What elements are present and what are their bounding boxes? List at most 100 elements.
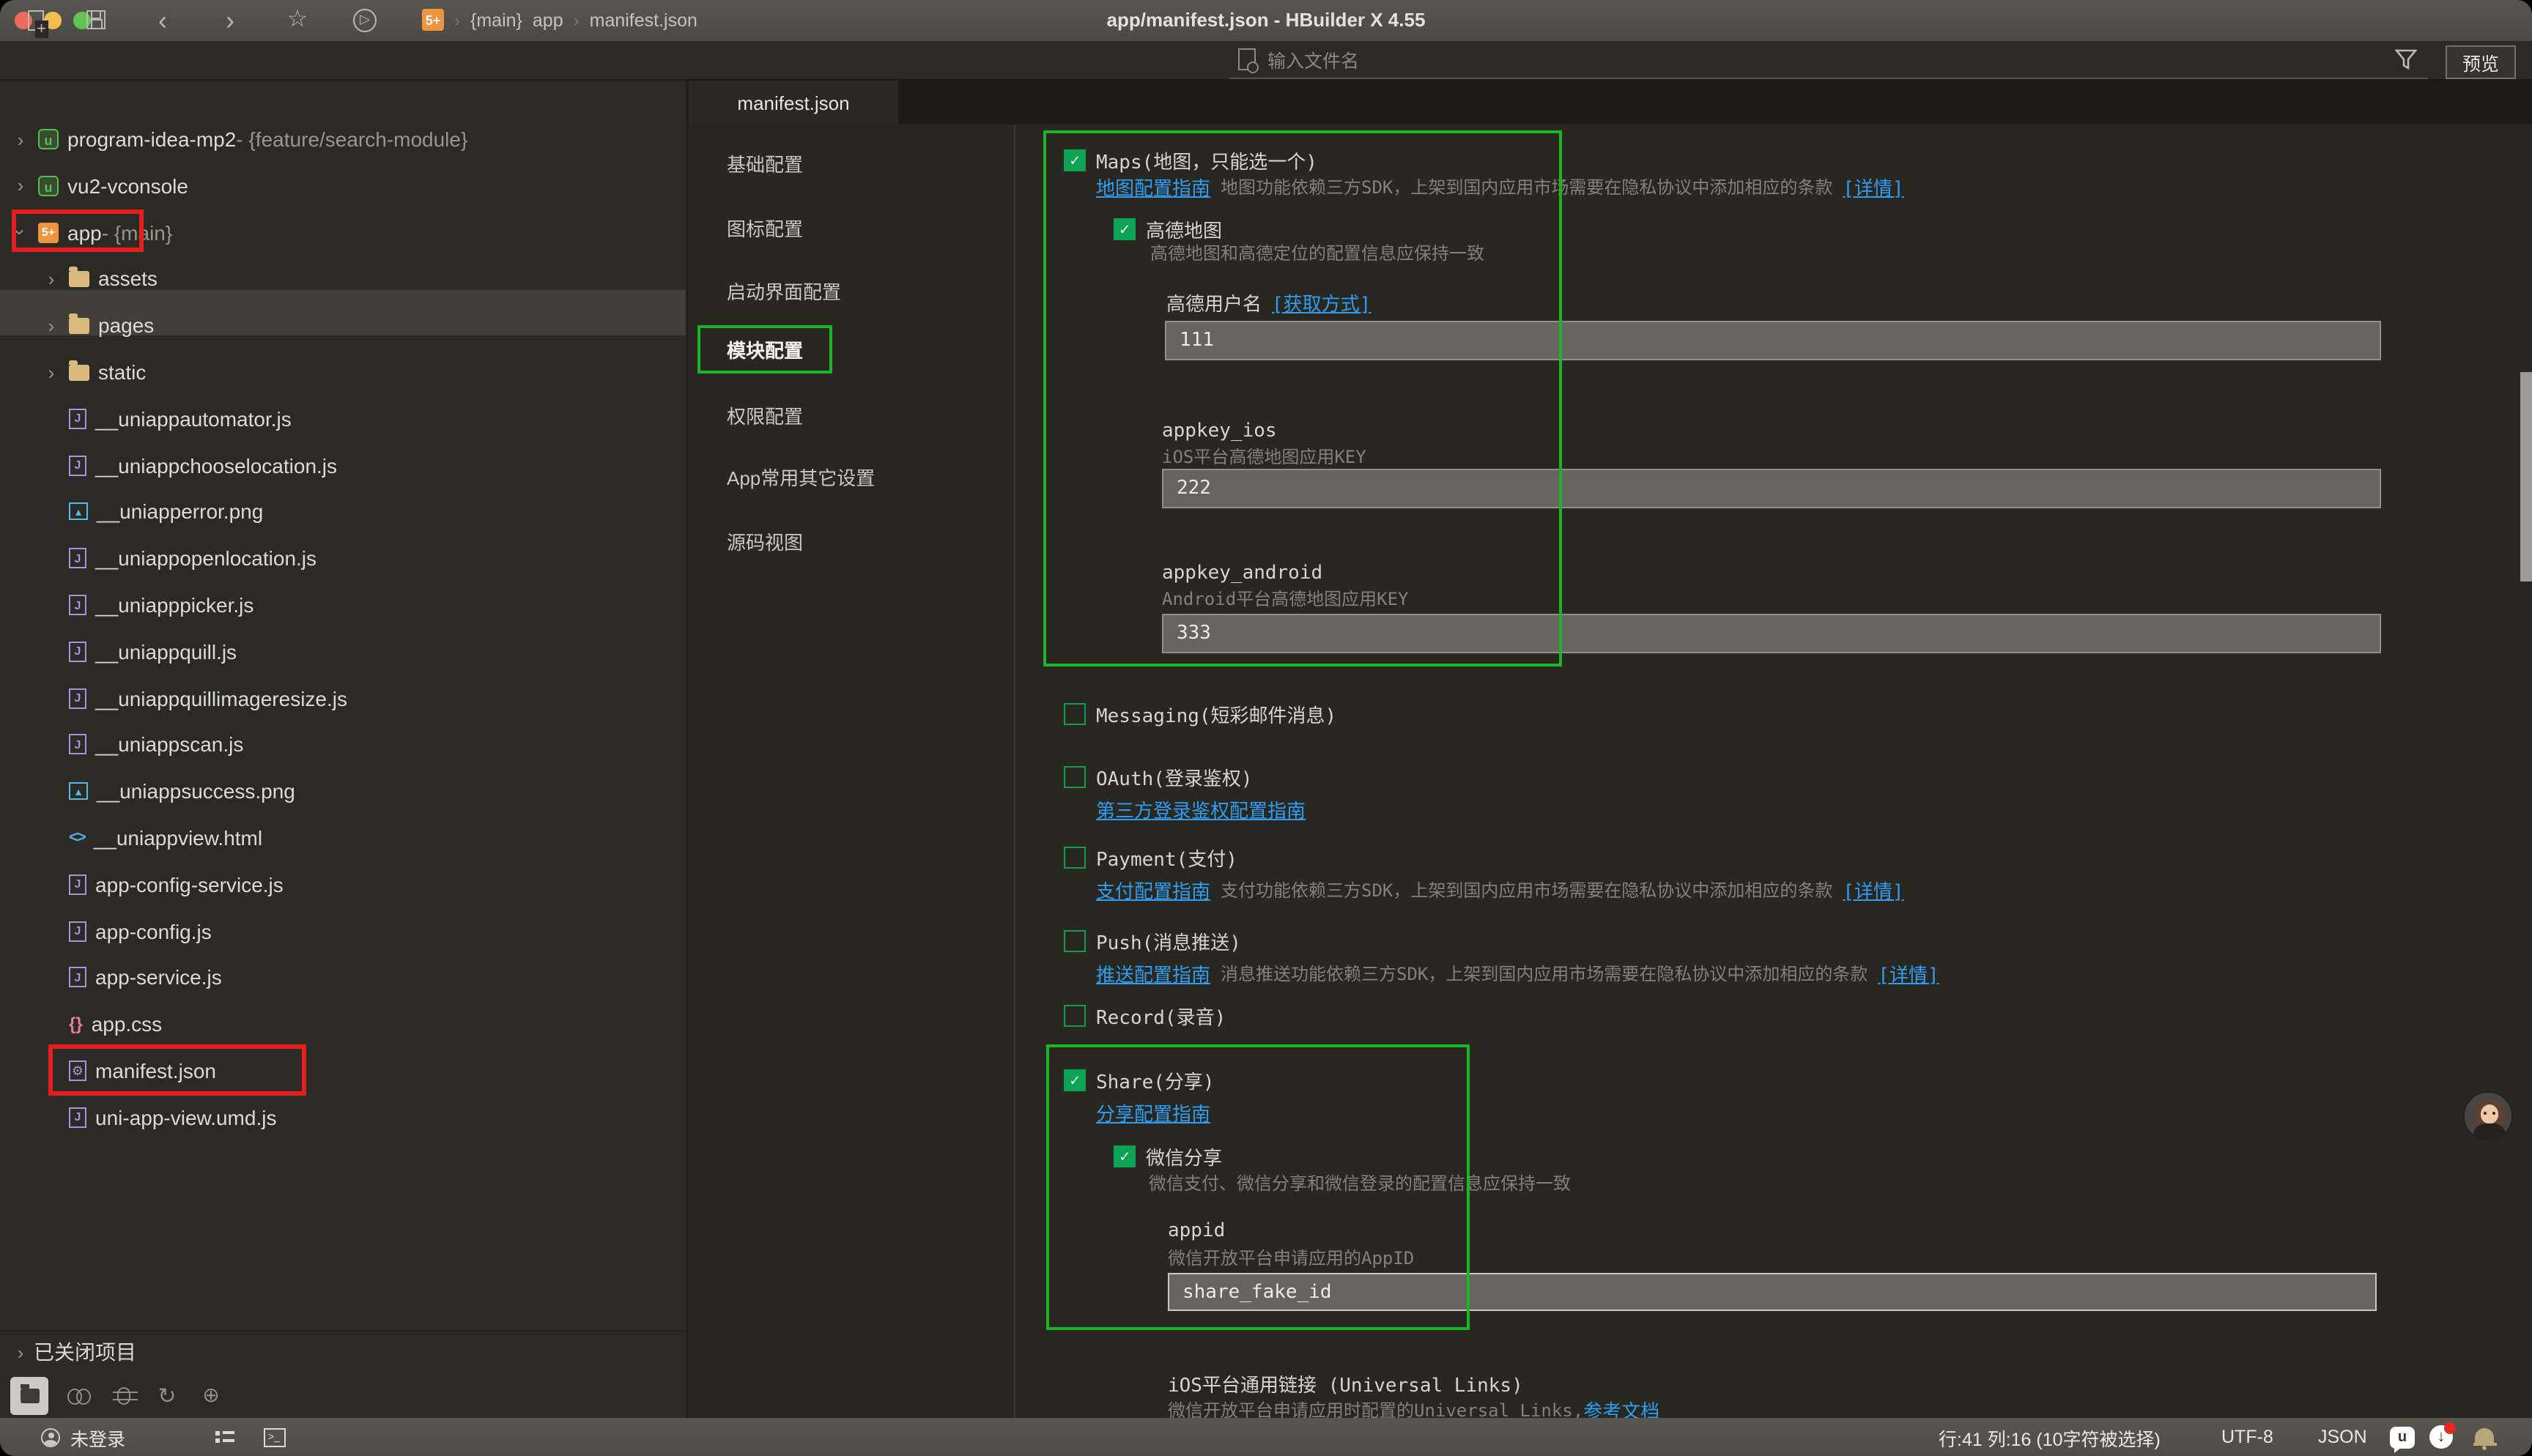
js-file-icon: J <box>69 921 86 941</box>
tree-item-label: pages <box>98 313 154 337</box>
oauth-row: OAuth(登录鉴权) <box>1064 763 1253 791</box>
tree-item-static[interactable]: ›static <box>0 356 686 388</box>
push-guide-link[interactable]: 推送配置指南 <box>1096 959 1210 987</box>
tree-item-app-css[interactable]: {}app.css <box>0 1008 686 1040</box>
editor-scrollbar[interactable] <box>2520 372 2532 582</box>
folder-icon <box>69 271 89 287</box>
chevron-right-icon[interactable]: › <box>44 268 59 290</box>
chevron-right-icon[interactable]: › <box>13 175 28 197</box>
tree-item-label: __uniappquill.js <box>95 640 237 664</box>
tree-item--uniappview-html[interactable]: <>__uniappview.html <box>0 822 686 854</box>
file-search-input[interactable]: 输入文件名 <box>1229 41 2428 79</box>
tree-item-assets[interactable]: › assets <box>0 263 686 295</box>
tree-item-label: __uniapppicker.js <box>95 593 253 617</box>
tab-search[interactable] <box>60 1376 98 1414</box>
oauth-guide-link[interactable]: 第三方登录鉴权配置指南 <box>1096 795 1306 823</box>
filter-funnel-icon[interactable] <box>2394 48 2418 78</box>
tree-item--uniappquill-js[interactable]: J__uniappquill.js <box>0 636 686 668</box>
payment-checkbox[interactable] <box>1064 847 1086 869</box>
tree-item-label: program-idea-mp2 <box>67 127 236 151</box>
css-file-icon: {} <box>69 1014 83 1034</box>
notifications-button[interactable] <box>2475 1418 2494 1456</box>
messaging-label: Messaging(短彩邮件消息) <box>1096 700 1336 728</box>
messaging-checkbox[interactable] <box>1064 703 1086 725</box>
feedback-button[interactable]: u <box>2390 1418 2415 1456</box>
tree-item--uniappchooselocation-js[interactable]: J __uniappchooselocation.js <box>0 449 686 481</box>
tree-item--uniappautomator-js[interactable]: J__uniappautomator.js <box>0 403 686 435</box>
maps-detail-link[interactable]: [详情] <box>1843 173 1903 201</box>
breadcrumb-project[interactable]: app <box>533 10 563 30</box>
tree-item-pages[interactable]: › pages <box>0 309 686 341</box>
title-bar: app/manifest.json - HBuilder X 4.55 <box>0 0 2532 41</box>
payment-privacy-note: 支付功能依赖三方SDK，上架到国内应用市场需要在隐私协议中添加相应的条款 <box>1221 877 1832 902</box>
outline-button[interactable] <box>215 1418 234 1456</box>
save-icon[interactable] <box>81 0 110 40</box>
closed-projects-row[interactable]: › 已关闭项目 <box>0 1330 686 1373</box>
avatar[interactable] <box>2463 1091 2513 1141</box>
chevron-right-icon[interactable]: › <box>44 314 59 336</box>
config-menu-item-0[interactable]: 基础配置 <box>727 148 803 177</box>
tree-item--uniappopenlocation-js[interactable]: J__uniappopenlocation.js <box>0 542 686 574</box>
tree-item-label: assets <box>98 267 158 291</box>
login-status[interactable]: 未登录 <box>41 1418 125 1456</box>
push-privacy-note: 消息推送功能依赖三方SDK，上架到国内应用市场需要在隐私协议中添加相应的条款 <box>1221 961 1867 986</box>
js-file-icon: J <box>69 1107 86 1128</box>
tree-item-label: app-config-service.js <box>95 873 284 896</box>
filetype-indicator[interactable]: JSON <box>2318 1418 2367 1456</box>
tree-item--uniappscan-js[interactable]: J__uniappscan.js <box>0 729 686 761</box>
payment-detail-link[interactable]: [详情] <box>1843 876 1903 904</box>
tree-item--uniapperror-png[interactable]: ▲__uniapperror.png <box>0 496 686 528</box>
tree-item-app-service-js[interactable]: Japp-service.js <box>0 962 686 994</box>
tab-globe[interactable]: ⊕ <box>192 1376 230 1414</box>
tab-refresh[interactable]: ↻ <box>148 1376 186 1414</box>
tab-project-explorer[interactable] <box>10 1376 48 1414</box>
new-file-icon[interactable] <box>21 0 50 40</box>
js-file-icon: J <box>69 455 86 475</box>
tree-item-label: __uniappchooselocation.js <box>95 453 337 477</box>
push-checkbox[interactable] <box>1064 930 1086 952</box>
oauth-links-row: 第三方登录鉴权配置指南 <box>1096 795 1306 823</box>
payment-row: Payment(支付) <box>1064 844 1237 872</box>
tab-manifest-json[interactable]: manifest.json <box>689 81 898 125</box>
run-icon[interactable]: ▷ <box>350 0 380 40</box>
encoding-indicator[interactable]: UTF-8 <box>2221 1418 2273 1456</box>
tree-item-uni-app-view-umd-js[interactable]: Juni-app-view.umd.js <box>0 1102 686 1134</box>
tree-item-label: __uniappscan.js <box>95 733 243 757</box>
annotation-red-box-manifest <box>48 1044 306 1095</box>
config-menu-item-1[interactable]: 图标配置 <box>727 212 803 242</box>
config-menu-item-5[interactable]: App常用其它设置 <box>727 461 875 491</box>
breadcrumb: 5+ › {main} app › manifest.json <box>422 0 697 40</box>
annotation-red-box-app <box>12 209 144 251</box>
tree-item-app-config-js[interactable]: Japp-config.js <box>0 915 686 947</box>
record-checkbox[interactable] <box>1064 1005 1086 1027</box>
tab-debug[interactable] <box>104 1376 142 1414</box>
push-detail-link[interactable]: [详情] <box>1878 959 1939 987</box>
cursor-position[interactable]: 行:41 列:16 (10字符被选择) <box>1939 1418 2161 1456</box>
back-icon[interactable]: ‹ <box>148 0 177 40</box>
terminal-button[interactable]: >_ <box>264 1418 286 1456</box>
tree-item-program-idea-mp2[interactable]: ›uprogram-idea-mp2 - {feature/search-mod… <box>0 123 686 155</box>
search-placeholder: 输入文件名 <box>1267 45 1359 73</box>
bookmark-star-icon[interactable]: ☆ <box>283 0 312 40</box>
chevron-right-icon[interactable]: › <box>44 361 59 383</box>
uniapp-project-icon: u <box>38 129 59 149</box>
chevron-right-icon[interactable]: › <box>13 128 28 150</box>
config-menu-item-6[interactable]: 源码视图 <box>727 526 803 555</box>
config-menu-item-2[interactable]: 启动界面配置 <box>727 275 841 305</box>
preview-button[interactable]: 预览 <box>2446 45 2516 79</box>
tree-item--uniappsuccess-png[interactable]: ▲__uniappsuccess.png <box>0 775 686 807</box>
forward-icon[interactable]: › <box>215 0 245 40</box>
payment-guide-link[interactable]: 支付配置指南 <box>1096 876 1210 904</box>
breadcrumb-branch[interactable]: {main} <box>470 10 522 30</box>
image-file-icon: ▲ <box>69 782 88 800</box>
bug-icon <box>116 1386 130 1404</box>
oauth-checkbox[interactable] <box>1064 766 1086 788</box>
tree-item-label: vu2-vconsole <box>67 174 188 198</box>
tree-item-app-config-service-js[interactable]: Japp-config-service.js <box>0 869 686 901</box>
breadcrumb-file[interactable]: manifest.json <box>590 10 697 30</box>
tree-item--uniapppicker-js[interactable]: J__uniapppicker.js <box>0 589 686 621</box>
tree-item-vu2-vconsole[interactable]: ›uvu2-vconsole <box>0 170 686 202</box>
config-menu-item-4[interactable]: 权限配置 <box>727 400 803 429</box>
update-button[interactable]: ↓ <box>2429 1418 2453 1456</box>
tree-item--uniappquillimageresize-js[interactable]: J__uniappquillimageresize.js <box>0 682 686 714</box>
